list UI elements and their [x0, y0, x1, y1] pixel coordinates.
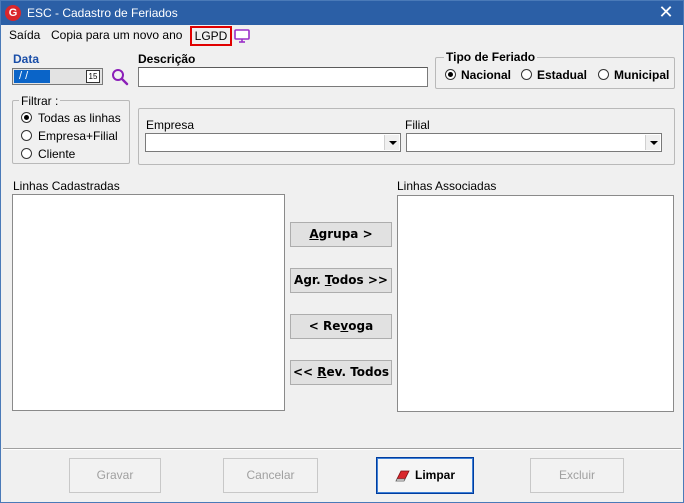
title-bar: G ESC - Cadastro de Feriados ✕ [1, 1, 683, 25]
radio-empresa-filial-label: Empresa+Filial [38, 129, 118, 143]
data-label: Data [13, 52, 40, 66]
excluir-button[interactable]: Excluir [530, 458, 624, 493]
linhas-cadastradas-list[interactable] [12, 194, 285, 411]
date-value: / / [14, 70, 50, 83]
menu-saida[interactable]: Saída [9, 28, 40, 42]
revoga-todos-button[interactable]: << Rev. Todos [290, 360, 392, 385]
menu-copia-novo-ano[interactable]: Copia para um novo ano [51, 28, 182, 42]
radio-nacional-label: Nacional [461, 68, 512, 82]
filtrar-label: Filtrar : [19, 94, 61, 108]
limpar-label: Limpar [414, 468, 455, 482]
linhas-associadas-list[interactable] [397, 195, 674, 412]
radio-cliente[interactable] [21, 148, 32, 159]
close-icon[interactable]: ✕ [655, 3, 677, 23]
eraser-icon [395, 470, 410, 482]
app-window: G ESC - Cadastro de Feriados ✕ Saída Cop… [0, 0, 684, 503]
bottom-divider [3, 448, 681, 450]
agr-todos-text-post: odos >> [331, 273, 388, 287]
radio-cliente-label: Cliente [38, 147, 76, 161]
agrupa-button[interactable]: Agrupa > [290, 222, 392, 247]
revoga-button[interactable]: < Revoga [290, 314, 392, 339]
app-logo-icon: G [5, 5, 21, 21]
radio-municipal-label: Municipal [614, 68, 670, 82]
chevron-down-icon[interactable] [645, 135, 660, 150]
linhas-associadas-label: Linhas Associadas [397, 179, 497, 193]
radio-todas-linhas[interactable] [21, 112, 32, 123]
chevron-down-icon[interactable] [384, 135, 399, 150]
monitor-icon[interactable] [234, 29, 250, 43]
radio-estadual-label: Estadual [537, 68, 588, 82]
agrupa-text-hotkey: A [309, 227, 319, 241]
agrupa-todos-button[interactable]: Agr. Todos >> [290, 268, 392, 293]
rev-todos-text-pre: << [292, 365, 318, 379]
limpar-button[interactable]: Limpar [376, 457, 474, 494]
empresa-select[interactable] [145, 133, 401, 152]
rev-todos-text-post: ev. Todos [326, 365, 390, 379]
descricao-label: Descrição [138, 52, 196, 66]
descricao-input[interactable] [138, 67, 428, 87]
menu-bar: Saída Copia para um novo ano LGPD [1, 25, 683, 47]
window-title: ESC - Cadastro de Feriados [27, 6, 178, 20]
radio-nacional[interactable] [445, 69, 456, 80]
search-icon[interactable] [111, 68, 129, 86]
filial-select[interactable] [406, 133, 662, 152]
menu-lgpd[interactable]: LGPD [190, 26, 232, 46]
revoga-text-post: oga [348, 319, 374, 333]
cancelar-button[interactable]: Cancelar [223, 458, 318, 493]
radio-estadual[interactable] [521, 69, 532, 80]
tipo-feriado-label: Tipo de Feriado [444, 50, 538, 64]
radio-empresa-filial[interactable] [21, 130, 32, 141]
agr-todos-text-pre: Agr. [294, 273, 325, 287]
radio-municipal[interactable] [598, 69, 609, 80]
date-field[interactable]: / / 15 [12, 68, 103, 85]
radio-todas-linhas-label: Todas as linhas [38, 111, 121, 125]
calendar-icon[interactable]: 15 [86, 70, 100, 83]
agrupa-text-post: grupa > [318, 227, 373, 241]
filial-label: Filial [405, 118, 430, 132]
gravar-button[interactable]: Gravar [69, 458, 161, 493]
empresa-label: Empresa [146, 118, 195, 132]
linhas-cadastradas-label: Linhas Cadastradas [13, 179, 120, 193]
rev-todos-text-hotkey: R [317, 365, 327, 379]
revoga-text-pre: < Re [308, 319, 341, 333]
